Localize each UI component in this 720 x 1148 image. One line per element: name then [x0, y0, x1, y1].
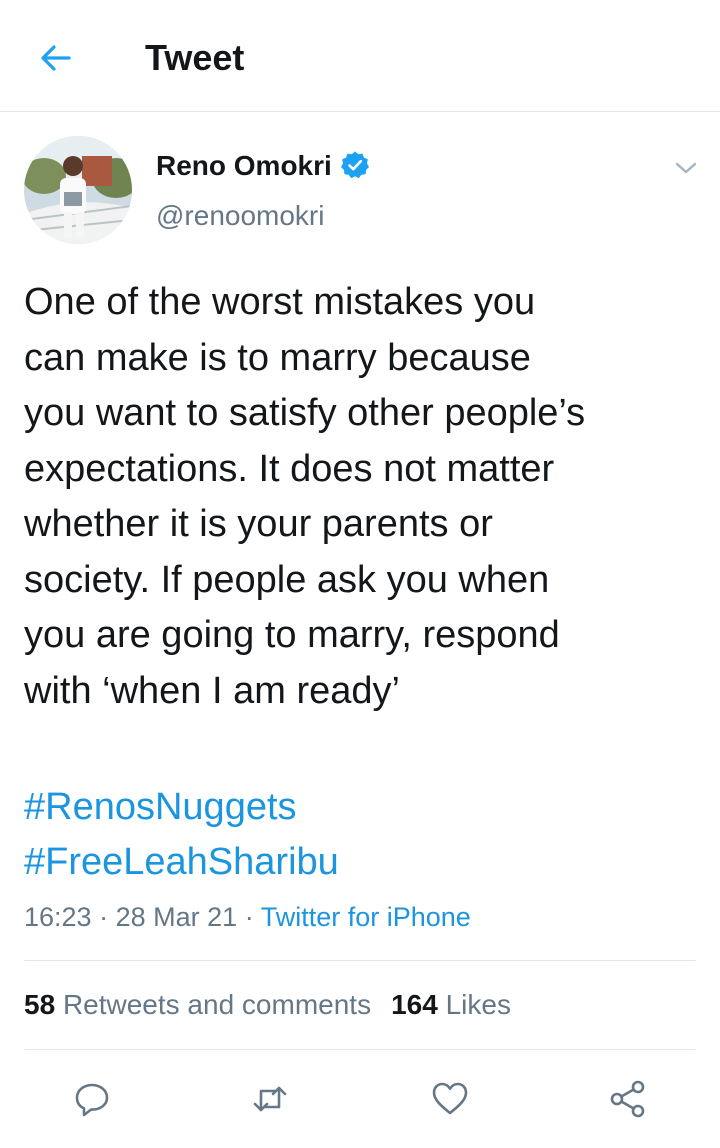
back-button[interactable] — [32, 36, 80, 80]
avatar-image — [24, 136, 132, 244]
tweet-text: One of the worst mistakes you can make i… — [24, 281, 586, 712]
tweet-time: 16:23 — [24, 902, 92, 932]
author-handle[interactable]: @renoomokri — [156, 198, 324, 234]
verified-badge-icon — [340, 150, 370, 180]
author-name[interactable]: Reno Omokri — [156, 148, 332, 184]
meta-separator: · — [244, 902, 254, 932]
retweets-stat[interactable]: 58 Retweets and comments — [24, 989, 371, 1020]
tweet-detail-screen: Tweet Reno Omokri @renoomokri One of the… — [0, 0, 720, 1148]
likes-label: Likes — [445, 989, 511, 1020]
likes-stat[interactable]: 164 Likes — [391, 989, 511, 1020]
likes-count: 164 — [391, 989, 438, 1020]
hashtag-link[interactable]: #FreeLeahSharibu — [24, 835, 704, 890]
tweet-source-link[interactable]: Twitter for iPhone — [261, 902, 471, 932]
retweet-icon — [253, 1086, 287, 1112]
like-button[interactable] — [426, 1075, 474, 1123]
chevron-down-icon — [675, 162, 697, 174]
hashtag-link[interactable]: #RenosNuggets — [24, 780, 704, 835]
divider — [24, 960, 696, 961]
avatar[interactable] — [24, 136, 132, 244]
more-options-button[interactable] — [668, 150, 704, 186]
meta-separator: · — [99, 902, 109, 932]
retweet-button[interactable] — [246, 1075, 294, 1123]
like-icon — [432, 1082, 468, 1115]
page-title: Tweet — [145, 37, 245, 78]
share-icon — [610, 1080, 645, 1118]
share-button[interactable] — [604, 1075, 652, 1123]
arrow-left-icon — [41, 45, 71, 71]
top-bar: Tweet — [0, 0, 720, 112]
tweet-meta: 16:23 · 28 Mar 21 · Twitter for iPhone — [24, 897, 471, 937]
reply-button[interactable] — [68, 1075, 116, 1123]
tweet-date: 28 Mar 21 — [115, 902, 238, 932]
retweets-label: Retweets and comments — [62, 989, 372, 1020]
hashtag-list: #RenosNuggets #FreeLeahSharibu — [24, 780, 704, 890]
divider — [24, 1049, 696, 1050]
retweets-count: 58 — [24, 989, 56, 1020]
tweet-stats: 58 Retweets and comments 164 Likes — [24, 985, 511, 1025]
reply-icon — [75, 1083, 109, 1117]
